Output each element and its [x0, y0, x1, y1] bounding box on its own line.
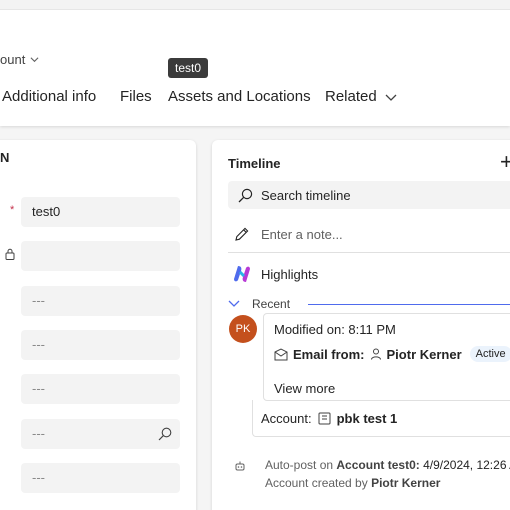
- entity-type-selector[interactable]: ount: [0, 52, 39, 67]
- autopost-created-line: Account created by Piotr Kerner: [265, 474, 440, 492]
- modified-on-text: Modified on: 8:11 PM: [274, 322, 396, 337]
- avatar: PK: [229, 315, 257, 343]
- divider: [228, 252, 510, 253]
- tab-files[interactable]: Files: [120, 86, 152, 108]
- tab-assets-and-locations[interactable]: Assets and Locations: [168, 86, 311, 108]
- search-icon: [238, 188, 253, 202]
- bot-icon: [235, 461, 245, 471]
- form-field[interactable]: ---: [21, 374, 180, 404]
- entity-type-label: ount: [0, 52, 26, 67]
- note-placeholder: Enter a note...: [261, 226, 343, 242]
- add-timeline-item-button[interactable]: +: [500, 151, 510, 173]
- locked-field: [21, 241, 180, 271]
- form-field[interactable]: ---: [21, 330, 180, 360]
- highlights-label: Highlights: [261, 266, 319, 282]
- status-badge: Active: [469, 346, 510, 362]
- autopost-entity: Account test0:: [336, 458, 420, 472]
- record-name-tooltip: test0: [168, 58, 209, 78]
- account-label: Account:: [261, 410, 312, 426]
- email-icon: [274, 347, 288, 360]
- enter-note-input[interactable]: Enter a note...: [234, 226, 343, 242]
- highlights-button[interactable]: Highlights: [232, 264, 318, 284]
- autopost-line: Auto-post on Account test0: 4/9/2024, 12…: [265, 456, 510, 474]
- regarding-account-row: Account: pbk test 1: [252, 400, 510, 437]
- required-asterisk: *: [10, 204, 15, 216]
- person-icon: [370, 348, 381, 360]
- chevron-down-icon: [228, 300, 240, 307]
- tab-related[interactable]: Related: [325, 86, 397, 108]
- pencil-icon: [235, 227, 249, 241]
- timeline-activity-card[interactable]: Modified on: 8:11 PM Email from: Piotr K…: [263, 313, 510, 401]
- form-field[interactable]: ---: [21, 286, 180, 316]
- search-timeline-placeholder: Search timeline: [261, 187, 351, 203]
- section-title: N: [0, 150, 10, 165]
- search-timeline-input[interactable]: Search timeline: [228, 181, 510, 209]
- account-icon: [318, 412, 331, 424]
- tab-label: Additional info: [2, 88, 97, 105]
- recent-group-toggle[interactable]: Recent: [228, 297, 290, 311]
- lookup-field[interactable]: ---: [21, 419, 180, 449]
- timeline-card: Timeline + Search timeline Enter a note.…: [212, 140, 510, 510]
- autopost-prefix: Auto-post on: [265, 458, 334, 472]
- autopost-timestamp: 4/9/2024, 12:26 AM: [423, 458, 510, 472]
- form-section-card: N * test0 --- --- --- --- ---: [0, 140, 196, 510]
- recent-divider: [308, 304, 510, 305]
- timeline-title: Timeline: [228, 156, 281, 171]
- account-name-field[interactable]: test0: [21, 197, 180, 227]
- tab-label: Assets and Locations: [168, 88, 311, 105]
- chevron-down-icon: [30, 57, 39, 63]
- email-sender-link[interactable]: Piotr Kerner: [387, 347, 462, 362]
- chevron-down-icon: [385, 94, 397, 101]
- header-bar: ount test0 Additional info Files Assets …: [0, 0, 510, 126]
- tab-additional-info[interactable]: Additional info: [2, 86, 96, 108]
- form-field[interactable]: ---: [21, 463, 180, 493]
- copilot-icon: [234, 266, 250, 282]
- email-from-row: Email from: Piotr Kerner Active: [274, 346, 510, 362]
- created-prefix: Account created by: [265, 476, 368, 490]
- recent-label: Recent: [252, 297, 291, 311]
- tab-label: Files: [120, 88, 152, 105]
- lookup-field-value: ---: [32, 426, 45, 441]
- tab-label: Related: [325, 88, 377, 105]
- email-from-label: Email from:: [293, 346, 365, 362]
- command-bar-strip: [0, 0, 510, 10]
- account-link[interactable]: pbk test 1: [337, 411, 398, 426]
- search-icon[interactable]: [158, 427, 172, 441]
- lock-icon: [5, 248, 15, 260]
- view-more-link[interactable]: View more: [274, 381, 335, 396]
- created-by-name: Piotr Kerner: [371, 476, 441, 490]
